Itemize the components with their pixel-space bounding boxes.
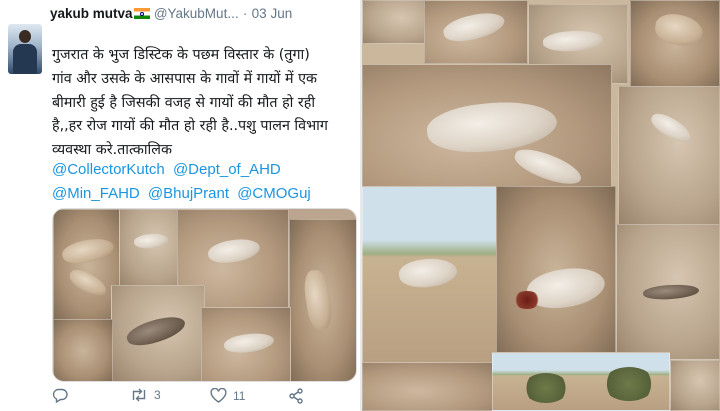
like-icon — [210, 388, 227, 403]
collage-photo — [616, 224, 720, 360]
tweet-actions: 3 11 — [52, 388, 357, 408]
collage-photo — [618, 86, 720, 226]
tweet-text: गुजरात के भुज डिस्टिक के पछम विस्तार के … — [52, 44, 357, 163]
cow-shape — [542, 28, 604, 54]
collage-photo — [630, 0, 720, 90]
stain-shape — [513, 291, 541, 309]
retweet-count: 3 — [154, 388, 161, 402]
media-photo — [53, 319, 113, 381]
avatar-head — [19, 30, 31, 43]
cow-shape — [647, 109, 695, 147]
mention-link[interactable]: @Min_FAHD — [52, 185, 140, 202]
tweet-text-line: गुजरात के भुज डिस्टिक के पछम विस्तार के … — [52, 47, 310, 63]
tweet-date[interactable]: 03 Jun — [252, 6, 293, 21]
mention-link[interactable]: @Dept_of_AHD — [173, 161, 281, 178]
retweet-icon — [132, 388, 146, 402]
collage-photo — [362, 64, 612, 192]
tweet-text-line: बीमारी हुई है जिसकी वजह से गायों की मौत … — [52, 94, 316, 111]
share-icon — [289, 388, 303, 404]
collage-photo — [670, 360, 720, 411]
author-name[interactable]: yakub mutva — [50, 6, 133, 21]
separator-dot: · — [242, 6, 248, 21]
cow-shape — [441, 7, 507, 47]
avatar-body — [13, 44, 37, 74]
author-handle[interactable]: @YakubMut... — [154, 6, 239, 21]
cow-shape — [133, 232, 169, 250]
collage-photo — [492, 352, 670, 411]
reply-icon — [52, 388, 68, 403]
cow-shape — [397, 256, 459, 290]
collage-photo — [496, 186, 616, 360]
media-photo — [201, 307, 291, 381]
india-flag-icon — [133, 8, 150, 19]
media-photo — [111, 285, 205, 381]
cow-shape — [66, 265, 110, 301]
tweet-media[interactable] — [52, 208, 357, 382]
reply-button[interactable] — [52, 388, 74, 403]
cow-shape — [652, 11, 706, 49]
tweet-card[interactable]: yakub mutva @YakubMut... · 03 Jun गुजरात… — [0, 0, 362, 411]
avatar[interactable] — [8, 24, 42, 74]
mention-link[interactable]: @CollectorKutch — [52, 161, 165, 178]
media-photo — [289, 219, 356, 381]
cow-shape — [511, 143, 585, 191]
collage-photo — [362, 362, 502, 411]
media-photo — [119, 209, 181, 287]
mention-link[interactable]: @BhujPrant — [148, 185, 229, 202]
tweet-text-line: है,,हर रोज गायों की मौत हो रही है..पशु प… — [52, 118, 328, 135]
cow-shape — [124, 311, 188, 351]
tweet-header: yakub mutva @YakubMut... · 03 Jun — [50, 6, 362, 26]
collage-photo — [424, 0, 528, 64]
cow-shape — [301, 268, 335, 332]
mentions: @CollectorKutch @Dept_of_AHD @Min_FAHD @… — [52, 158, 357, 205]
like-count: 11 — [233, 388, 246, 403]
mention-link[interactable]: @CMOGuj — [237, 185, 311, 202]
share-button[interactable] — [288, 388, 304, 404]
cow-shape — [206, 235, 262, 267]
cow-shape — [642, 283, 700, 301]
collage-photo — [362, 0, 428, 44]
cow-shape — [222, 330, 276, 356]
photo-collage — [362, 0, 720, 411]
collage-photo — [362, 186, 500, 364]
bush-shape — [523, 373, 569, 403]
cow-shape — [424, 96, 560, 158]
cow-shape — [60, 234, 116, 268]
tweet-text-line: गांव और उसके के आसपास के गावों में गायों… — [52, 70, 317, 87]
retweet-button[interactable]: 3 — [130, 388, 161, 402]
bush-shape — [603, 367, 655, 401]
like-button[interactable]: 11 — [210, 388, 245, 403]
